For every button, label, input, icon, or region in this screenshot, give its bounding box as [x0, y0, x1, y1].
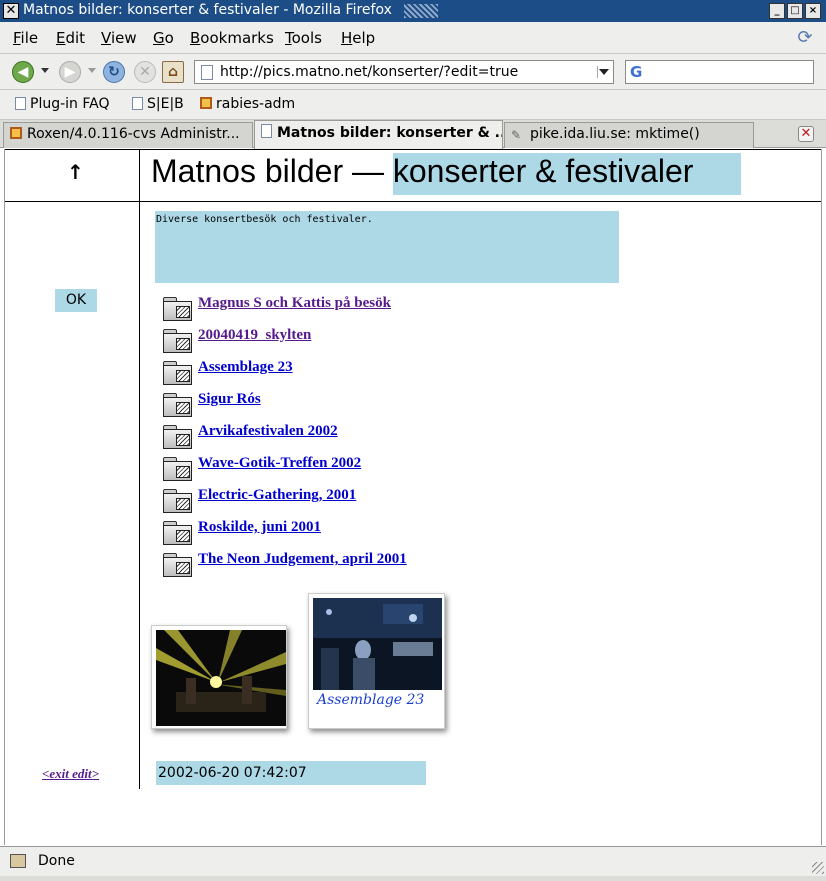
- page-icon: [132, 97, 143, 110]
- thumbnail-assemblage-23[interactable]: Assemblage 23: [308, 593, 445, 729]
- up-arrow-icon[interactable]: ↑: [67, 160, 84, 184]
- search-box[interactable]: G: [625, 60, 814, 84]
- folder-link[interactable]: 20040419_skylten: [198, 327, 311, 344]
- folder-link[interactable]: Sigur Rós: [198, 391, 261, 408]
- roxen-icon: [10, 127, 22, 139]
- maximize-button[interactable]: □: [787, 3, 803, 19]
- google-search-icon[interactable]: G: [630, 63, 642, 81]
- window-title: Matnos bilder: konserter & festivaler - …: [23, 2, 392, 18]
- page-icon: [201, 65, 213, 80]
- tab-pike-mktime[interactable]: ✎ pike.ida.liu.se: mktime(): [504, 122, 754, 148]
- titlebar-grip: [404, 4, 438, 18]
- tab-bar: Roxen/4.0.116-cvs Administr... Matnos bi…: [0, 120, 826, 149]
- bookmark-plugin-faq[interactable]: Plug-in FAQ: [15, 96, 109, 112]
- concert-photo: [156, 630, 286, 726]
- home-icon[interactable]: ⌂: [162, 61, 184, 83]
- ok-button[interactable]: OK: [55, 289, 97, 312]
- folder-link[interactable]: Electric-Gathering, 2001: [198, 487, 356, 504]
- bookmark-rabies-adm[interactable]: rabies-adm: [200, 96, 295, 112]
- menu-file[interactable]: File: [13, 29, 38, 47]
- folder-icon[interactable]: [162, 455, 193, 481]
- folder-link[interactable]: Arvikafestivalen 2002: [198, 423, 338, 440]
- column-divider: [139, 149, 140, 789]
- throbber-icon: ⟳: [797, 27, 813, 48]
- pike-icon: ✎: [511, 128, 522, 142]
- tab-matnos-bilder[interactable]: Matnos bilder: konserter & ...: [254, 120, 503, 149]
- roxen-icon: [200, 97, 212, 109]
- top-rule: [5, 149, 821, 150]
- resize-grip[interactable]: [812, 862, 824, 874]
- status-text: Done: [38, 853, 75, 869]
- menu-view[interactable]: View: [101, 29, 137, 47]
- page-content: ↑ Matnos bilder — konserter & festivaler…: [4, 149, 822, 845]
- url-history-dropdown-icon[interactable]: [597, 66, 609, 78]
- status-bar: Done: [0, 846, 826, 876]
- tab-roxen-admin[interactable]: Roxen/4.0.116-cvs Administr...: [3, 122, 253, 148]
- folder-icon[interactable]: [162, 359, 193, 385]
- folder-icon[interactable]: [162, 391, 193, 417]
- menu-bookmarks[interactable]: Bookmarks: [190, 29, 274, 47]
- description-field[interactable]: Diverse konsertbesök och festivaler.: [155, 211, 619, 283]
- folder-link[interactable]: Wave-Gotik-Treffen 2002: [198, 455, 361, 472]
- menu-help[interactable]: Help: [341, 29, 375, 47]
- reload-icon[interactable]: ↻: [103, 61, 125, 83]
- folder-link[interactable]: The Neon Judgement, april 2001: [198, 551, 407, 568]
- minimize-button[interactable]: _: [769, 3, 785, 19]
- url-text: http://pics.matno.net/konserter/?edit=tr…: [220, 64, 519, 80]
- page-title: Matnos bilder — konserter & festivaler: [151, 153, 742, 195]
- page-title-editable[interactable]: konserter & festivaler: [392, 153, 742, 195]
- exit-edit-link[interactable]: <exit edit>: [42, 766, 99, 782]
- menu-tools[interactable]: Tools: [285, 29, 322, 47]
- folder-icon[interactable]: [162, 519, 193, 545]
- back-icon[interactable]: ◀: [12, 61, 34, 83]
- page-icon: [261, 124, 272, 138]
- folder-icon[interactable]: [162, 487, 193, 513]
- folder-icon[interactable]: [162, 295, 193, 321]
- window-bottom-edge: [0, 876, 826, 881]
- folder-link[interactable]: Assemblage 23: [198, 359, 293, 376]
- menu-go[interactable]: Go: [153, 29, 174, 47]
- thumbnail-stage-lights[interactable]: [151, 625, 287, 729]
- menu-bar: File Edit View Go Bookmarks Tools Help ⟳: [0, 22, 826, 54]
- thumbnail-caption[interactable]: Assemblage 23: [317, 692, 424, 708]
- folder-link[interactable]: Roskilde, juni 2001: [198, 519, 321, 536]
- back-dropdown-icon[interactable]: [41, 68, 49, 73]
- header-rule: [5, 201, 821, 202]
- page-title-prefix: Matnos bilder —: [151, 153, 393, 189]
- url-bar[interactable]: http://pics.matno.net/konserter/?edit=tr…: [194, 60, 614, 84]
- bookmarks-toolbar: Plug-in FAQ S|E|B rabies-adm: [0, 90, 826, 120]
- status-icon: [10, 854, 26, 868]
- navigation-toolbar: ◀ ▶ ↻ ✕ ⌂ http://pics.matno.net/konserte…: [0, 54, 826, 90]
- concert-photo: [313, 598, 442, 690]
- folder-icon[interactable]: [162, 423, 193, 449]
- stop-icon[interactable]: ✕: [134, 61, 156, 83]
- close-window-button[interactable]: ×: [805, 3, 821, 19]
- close-tab-icon[interactable]: ✕: [798, 126, 814, 142]
- forward-dropdown-icon[interactable]: [88, 68, 96, 73]
- bookmark-seb[interactable]: S|E|B: [132, 96, 184, 112]
- timestamp-field[interactable]: 2002-06-20 07:42:07: [156, 761, 426, 785]
- window-menu-icon[interactable]: ✕: [3, 3, 19, 19]
- forward-icon[interactable]: ▶: [59, 61, 81, 83]
- folder-link[interactable]: Magnus S och Kattis på besök: [198, 295, 391, 312]
- folder-icon[interactable]: [162, 327, 193, 353]
- folder-icon[interactable]: [162, 551, 193, 577]
- page-icon: [15, 97, 26, 110]
- menu-edit[interactable]: Edit: [56, 29, 85, 47]
- window-titlebar: ✕ Matnos bilder: konserter & festivaler …: [0, 0, 826, 22]
